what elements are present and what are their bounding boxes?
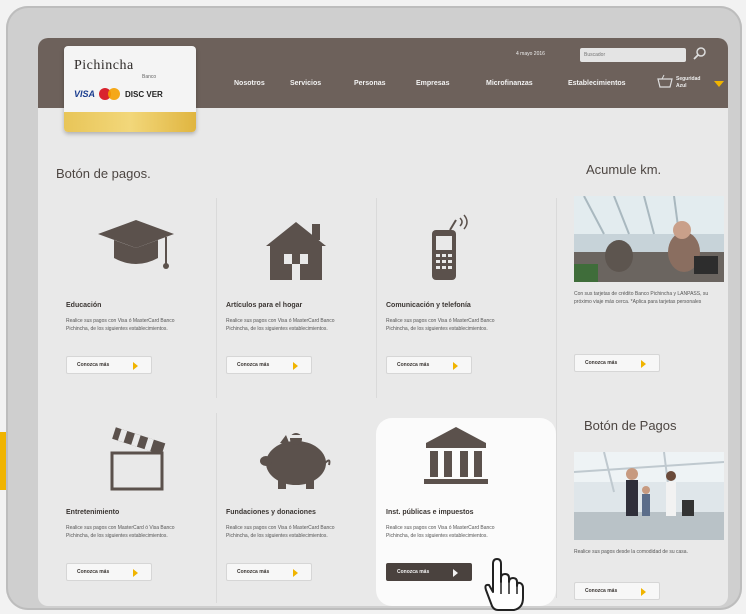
learn-more-button[interactable]: Conozca más bbox=[574, 354, 660, 372]
tile-title: Comunicación y telefonía bbox=[386, 302, 471, 309]
chevron-down-icon[interactable] bbox=[714, 81, 724, 87]
graduation-cap-icon bbox=[98, 220, 174, 269]
button-label: Conozca más bbox=[77, 569, 110, 575]
miles-title: Acumule km. bbox=[586, 162, 662, 177]
tile-title: Educación bbox=[66, 302, 102, 309]
button-label: Conozca más bbox=[77, 362, 110, 368]
discover-logo: DISC VER bbox=[125, 89, 163, 99]
tile-title: Artículos para el hogar bbox=[226, 302, 303, 309]
payments-title: Botón de pagos. bbox=[56, 166, 151, 181]
payments-description: Realice sus pagos desde la comodidad de … bbox=[574, 549, 688, 555]
arrow-right-icon bbox=[293, 362, 298, 370]
learn-more-button[interactable]: Conozca más bbox=[66, 563, 152, 581]
miles-description: Con sus tarjetas de crédito Banco Pichin… bbox=[574, 291, 709, 305]
tile-description: Realice sus pagos con Visa ó MasterCard … bbox=[386, 525, 495, 539]
learn-more-button[interactable]: Conozca más bbox=[66, 356, 152, 374]
learn-more-button[interactable]: Conozca más bbox=[226, 563, 312, 581]
arrow-right-icon bbox=[641, 588, 646, 596]
card-logos: VISA DISC VER bbox=[74, 88, 163, 100]
browser-screen: 4 mayo 2016 Nosotros Servicios Personas … bbox=[38, 38, 728, 606]
nav-item-personas[interactable]: Personas bbox=[354, 80, 386, 87]
tile-description: Realice sus pagos con Visa ó MasterCard … bbox=[226, 318, 335, 332]
nav-item-nosotros[interactable]: Nosotros bbox=[234, 80, 265, 87]
search-input[interactable] bbox=[580, 48, 686, 62]
nav-item-servicios[interactable]: Servicios bbox=[290, 80, 321, 87]
learn-more-button[interactable]: Conozca más bbox=[386, 563, 472, 581]
arrow-right-icon bbox=[293, 569, 298, 577]
header-date: 4 mayo 2016 bbox=[516, 51, 545, 57]
button-label: Conozca más bbox=[397, 569, 430, 575]
brand-logo: Pichincha bbox=[74, 58, 134, 73]
hand-pointer-icon bbox=[484, 558, 524, 611]
airport-lounge-photo bbox=[574, 196, 724, 282]
visa-logo: VISA bbox=[74, 89, 96, 99]
nav-item-establecimientos[interactable]: Establecimientos bbox=[568, 80, 626, 87]
monitor-frame: 4 mayo 2016 Nosotros Servicios Personas … bbox=[6, 6, 742, 610]
arrow-right-icon bbox=[453, 569, 458, 577]
logo-gold-stripe bbox=[64, 112, 196, 132]
arrow-right-icon bbox=[133, 362, 138, 370]
piggy-bank-icon bbox=[260, 433, 331, 489]
clapperboard-icon bbox=[110, 427, 166, 491]
nav-item-empresas[interactable]: Empresas bbox=[416, 80, 449, 87]
tile-title: Inst. públicas e impuestos bbox=[386, 509, 474, 516]
login-link[interactable]: Seguridad Azul bbox=[676, 76, 700, 90]
brand-sub: Banco bbox=[142, 74, 157, 80]
learn-more-button[interactable]: Conozca más bbox=[386, 356, 472, 374]
tile-description: Realice sus pagos con MasterCard ó Visa … bbox=[66, 525, 175, 539]
arrow-right-icon bbox=[453, 362, 458, 370]
mobile-phone-icon bbox=[432, 214, 468, 280]
tile-title: Fundaciones y donaciones bbox=[226, 509, 316, 516]
nav-item-microfinanzas[interactable]: Microfinanzas bbox=[486, 80, 533, 87]
payments-button-title: Botón de Pagos bbox=[584, 418, 677, 433]
mastercard-logo bbox=[99, 88, 121, 100]
button-label: Conozca más bbox=[585, 360, 618, 366]
house-icon bbox=[266, 222, 326, 280]
brand-logo-card[interactable]: Pichincha Banco VISA DISC VER bbox=[64, 46, 196, 132]
button-label: Conozca más bbox=[585, 588, 618, 594]
basket-icon[interactable] bbox=[656, 73, 674, 91]
login-label: Seguridad bbox=[676, 76, 701, 82]
airport-family-photo bbox=[574, 452, 724, 540]
search-icon[interactable] bbox=[692, 46, 708, 62]
tile-description: Realice sus pagos con Visa ó MasterCard … bbox=[386, 318, 495, 332]
login-sublabel: Azul bbox=[676, 83, 687, 89]
divider bbox=[556, 198, 557, 598]
button-label: Conozca más bbox=[237, 569, 270, 575]
tile-description: Realice sus pagos con Visa ó MasterCard … bbox=[226, 525, 335, 539]
learn-more-button[interactable]: Conozca más bbox=[226, 356, 312, 374]
bank-building-icon bbox=[424, 427, 488, 484]
arrow-right-icon bbox=[641, 360, 646, 368]
arrow-right-icon bbox=[133, 569, 138, 577]
button-label: Conozca más bbox=[397, 362, 430, 368]
learn-more-button[interactable]: Conozca más bbox=[574, 582, 660, 600]
button-label: Conozca más bbox=[237, 362, 270, 368]
tile-title: Entretenimiento bbox=[66, 509, 120, 516]
tile-description: Realice sus pagos con Visa ó MasterCard … bbox=[66, 318, 175, 332]
